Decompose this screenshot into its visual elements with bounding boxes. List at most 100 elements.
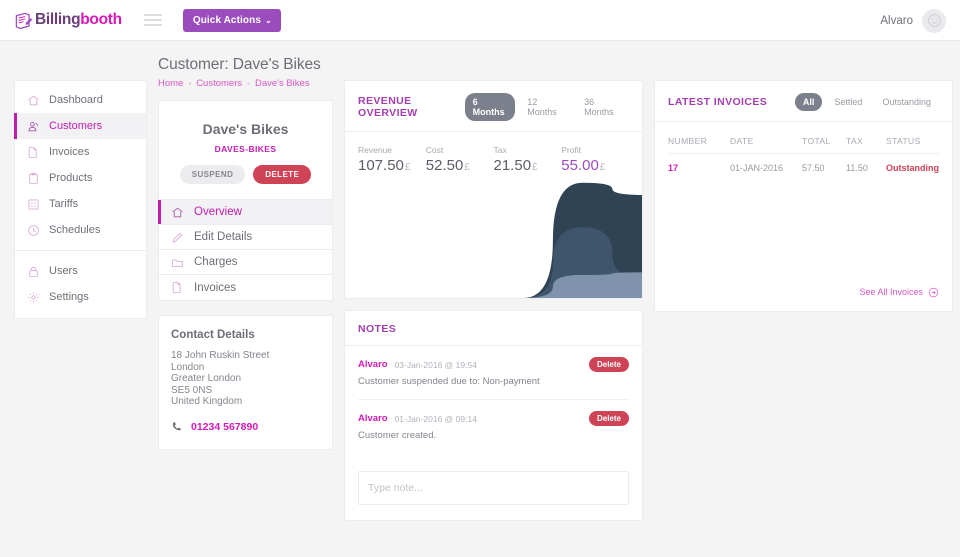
- column-header-status: STATUS: [886, 122, 939, 154]
- stat-label: Tax: [493, 145, 507, 155]
- sidebar-item-products[interactable]: Products: [15, 165, 146, 191]
- customer-tab-label: Invoices: [194, 281, 237, 294]
- avatar[interactable]: [922, 8, 946, 33]
- stat-value: 21.50£: [494, 157, 562, 174]
- note-author: Alvaro: [358, 413, 388, 424]
- breadcrumb-item-current[interactable]: Dave's Bikes: [255, 78, 310, 89]
- stat-tax: Tax 21.50£: [494, 145, 562, 174]
- customer-tab-charges[interactable]: Charges: [159, 250, 332, 275]
- clipboard-icon: [29, 172, 38, 184]
- sidebar-item-customers[interactable]: Customers: [14, 113, 146, 139]
- sidebar-divider: [15, 250, 146, 251]
- note-timestamp: 01-Jan-2016 @ 09:14: [394, 413, 477, 424]
- note-item: Alvaro 03-Jan-2016 @ 19:54 Customer susp…: [358, 346, 629, 400]
- stat-number: 52.50: [425, 157, 464, 174]
- customer-tab-label: Charges: [194, 256, 238, 268]
- app-logo[interactable]: Billingbooth: [14, 11, 122, 30]
- note-body: Customer created.: [358, 430, 437, 441]
- user-menu[interactable]: Alvaro: [880, 0, 946, 41]
- stat-value: 107.50£: [358, 157, 426, 174]
- invoice-number-link[interactable]: 17: [668, 163, 678, 173]
- cell-tax: 11.50: [846, 163, 868, 173]
- sidebar-item-users[interactable]: Users: [15, 258, 146, 284]
- invoices-panel-header: LATEST INVOICES All Settled Outstanding: [655, 81, 952, 122]
- see-all-invoices-label: See All Invoices: [859, 287, 923, 297]
- contact-details-card: Contact Details 18 John Ruskin Street Lo…: [158, 315, 333, 450]
- lock-icon: [29, 266, 38, 277]
- sidebar-item-label: Settings: [49, 291, 89, 303]
- sidebar-item-label: Customers: [49, 120, 103, 132]
- quick-actions-label: Quick Actions: [192, 14, 261, 26]
- sidebar-item-settings[interactable]: Settings: [15, 284, 146, 310]
- customer-tab-invoices[interactable]: Invoices: [159, 275, 332, 300]
- breadcrumb-item-customers[interactable]: Customers: [196, 78, 242, 89]
- customer-tab-edit-details[interactable]: Edit Details: [159, 225, 332, 250]
- sidebar-item-label: Dashboard: [49, 94, 103, 106]
- logo-text-part1: Billing: [35, 11, 81, 28]
- customer-tab-overview[interactable]: Overview: [158, 200, 332, 225]
- customer-code: DAVES-BIKES: [214, 144, 277, 154]
- breadcrumb-separator-icon: ▪: [188, 79, 192, 88]
- customer-card-header: Dave's Bikes DAVES-BIKES SUSPEND DELETE: [159, 101, 332, 199]
- logo-text-part2: booth: [80, 11, 122, 28]
- chevron-down-icon: ⌄: [264, 15, 272, 25]
- range-option-36-months[interactable]: 36 Months: [576, 93, 629, 121]
- stat-profit: Profit 55.00£: [561, 145, 629, 174]
- revenue-stats: Revenue 107.50£ Cost 52.50£ Tax 21.50£ P…: [345, 132, 642, 180]
- phone-number[interactable]: 01234 567890: [191, 421, 258, 433]
- users-icon: [28, 121, 38, 131]
- breadcrumb: Home ▪ Customers ▪ Dave's Bikes: [158, 78, 333, 89]
- suspend-button[interactable]: SUSPEND: [179, 165, 246, 184]
- arrow-right-circle-icon: [928, 287, 939, 297]
- stat-currency: £: [532, 162, 538, 173]
- address-line: United Kingdom: [171, 396, 243, 408]
- table-row[interactable]: 17 01-JAN-2016 57.50 11.50 Outstanding: [668, 154, 939, 183]
- stat-label: Revenue: [358, 145, 393, 155]
- invoice-filter-settled[interactable]: Settled: [826, 93, 870, 111]
- user-name: Alvaro: [880, 14, 913, 27]
- note-input[interactable]: [358, 471, 629, 505]
- invoices-table-wrapper: NUMBER DATE TOTAL TAX STATUS 17 01-JAN-2…: [655, 122, 952, 282]
- invoice-icon: [172, 282, 181, 293]
- sidebar-item-tariffs[interactable]: Tariffs: [15, 191, 146, 217]
- revenue-area-chart: [345, 180, 642, 298]
- top-bar: Billingbooth Quick Actions ⌄ Alvaro: [0, 0, 960, 41]
- delete-note-button[interactable]: Delete: [588, 357, 629, 372]
- revenue-chart-svg: [345, 182, 642, 298]
- breadcrumb-item-home[interactable]: Home: [158, 78, 183, 89]
- table-header-row: NUMBER DATE TOTAL TAX STATUS: [668, 122, 939, 154]
- stat-currency: £: [404, 162, 411, 173]
- customer-card: Dave's Bikes DAVES-BIKES SUSPEND DELETE …: [158, 100, 333, 301]
- cell-date: 01-JAN-2016: [730, 163, 784, 173]
- status-badge: Outstanding: [886, 163, 939, 173]
- sidebar-item-dashboard[interactable]: Dashboard: [15, 87, 146, 113]
- notes-panel-header: NOTES: [345, 311, 642, 346]
- sidebar-item-schedules[interactable]: Schedules: [15, 217, 146, 243]
- revenue-panel-title: REVENUE OVERVIEW: [358, 95, 418, 119]
- customer-name: Dave's Bikes: [202, 121, 289, 137]
- invoice-filter-all[interactable]: All: [794, 93, 823, 111]
- delete-button[interactable]: DELETE: [253, 165, 312, 184]
- stat-number: 107.50: [358, 157, 404, 174]
- address-line: London: [171, 361, 205, 373]
- range-option-12-months[interactable]: 12 Months: [519, 93, 572, 121]
- logo-mark-icon: [15, 12, 33, 29]
- customer-subnav: Overview Edit Details Charges Invoices: [158, 199, 332, 300]
- sidebar-item-label: Users: [49, 265, 78, 277]
- customer-tab-label: Edit Details: [194, 231, 253, 243]
- range-option-6-months[interactable]: 6 Months: [464, 93, 516, 121]
- stat-number: 21.50: [493, 157, 532, 174]
- see-all-invoices-link[interactable]: See All Invoices: [859, 287, 939, 298]
- sidebar-item-label: Schedules: [49, 224, 101, 236]
- invoice-filter-outstanding[interactable]: Outstanding: [874, 93, 939, 111]
- sidebar-item-invoices[interactable]: Invoices: [15, 139, 146, 165]
- stat-label: Cost: [425, 145, 444, 155]
- notes-list: Alvaro 03-Jan-2016 @ 19:54 Customer susp…: [345, 346, 642, 453]
- address-line: Greater London: [171, 373, 242, 385]
- stat-label: Profit: [561, 145, 582, 155]
- quick-actions-button[interactable]: Quick Actions ⌄: [182, 8, 281, 32]
- sidebar-item-label: Invoices: [49, 146, 90, 158]
- area-series-tax: [345, 272, 642, 298]
- delete-note-button[interactable]: Delete: [588, 411, 629, 426]
- menu-toggle-icon[interactable]: [143, 14, 162, 26]
